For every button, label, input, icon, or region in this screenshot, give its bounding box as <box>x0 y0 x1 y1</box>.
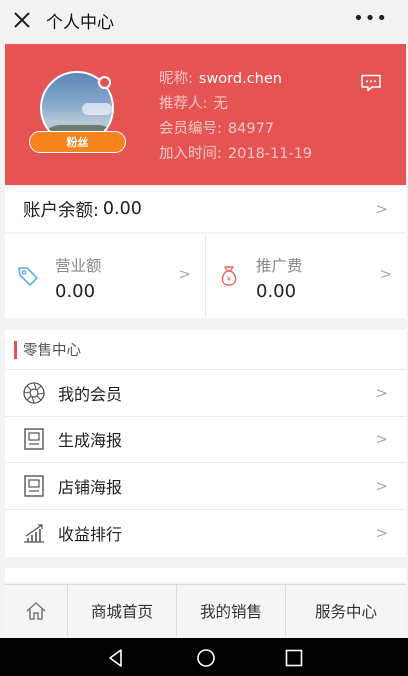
page-title: 个人中心 <box>46 12 114 33</box>
referrer-label: 推荐人: <box>159 96 208 112</box>
svg-text:¥: ¥ <box>227 275 232 283</box>
home-circle-icon[interactable] <box>196 648 216 668</box>
menu-item-label: 收益排行 <box>58 524 123 544</box>
promotion-fee-label: 推广费 <box>256 257 303 275</box>
member-no-value: 84977 <box>227 121 275 137</box>
chevron-right-icon: > <box>178 265 191 283</box>
join-date-label: 加入时间: <box>159 146 222 162</box>
poster-icon <box>21 473 47 499</box>
notification-dot <box>98 76 111 89</box>
referrer-value: 无 <box>213 96 228 112</box>
nav-service-center[interactable]: 服务中心 <box>285 585 406 636</box>
bottom-nav: 商城首页 我的销售 服务中心 <box>5 584 406 636</box>
money-bag-icon: ¥ <box>221 266 237 286</box>
section-accent-bar <box>14 340 17 359</box>
message-icon[interactable] <box>360 74 382 92</box>
nickname-row: 昵称: sword.chen <box>159 68 312 93</box>
chevron-right-icon: > <box>375 383 388 402</box>
close-icon <box>14 12 30 28</box>
member-level-badge: 粉丝 <box>29 131 126 153</box>
revenue-label: 营业额 <box>55 257 102 275</box>
recents-icon[interactable] <box>284 648 304 668</box>
revenue-value: 0.00 <box>55 281 96 302</box>
more-menu-button[interactable]: ••• <box>353 8 388 29</box>
stat-revenue[interactable]: 营业额 0.00 > <box>5 234 205 318</box>
menu-item-my-members[interactable]: 我的会员 > <box>5 370 406 417</box>
join-date-value: 2018-11-19 <box>227 146 313 162</box>
top-bar: 个人中心 ••• <box>0 0 408 40</box>
referrer-row: 推荐人: 无 <box>159 93 312 118</box>
profile-info: 昵称: sword.chen 推荐人: 无 会员编号: 84977 加入时间: … <box>159 68 312 168</box>
stats-panel: 营业额 0.00 > ¥ 推广费 0.00 > <box>5 234 406 318</box>
aperture-icon <box>21 380 47 406</box>
menu-item-shop-poster[interactable]: 店铺海报 > <box>5 463 406 510</box>
avatar-cloud <box>82 103 112 115</box>
tag-icon <box>18 267 38 286</box>
section-header: 零售中心 <box>5 330 406 370</box>
menu-item-generate-poster[interactable]: 生成海报 > <box>5 417 406 463</box>
balance-value: 0.00 <box>102 199 142 219</box>
close-button[interactable] <box>0 0 44 40</box>
promotion-fee-value: 0.00 <box>256 281 297 302</box>
chevron-right-icon: > <box>375 200 388 218</box>
poster-icon <box>21 426 47 452</box>
nav-my-sales[interactable]: 我的销售 <box>176 585 285 636</box>
join-date-row: 加入时间: 2018-11-19 <box>159 143 312 168</box>
menu-item-earnings-ranking[interactable]: 收益排行 > <box>5 510 406 557</box>
chevron-right-icon: > <box>375 476 388 495</box>
retail-center-section: 零售中心 我的会员 > 生成海报 > 店铺海报 > 收益排行 > <box>5 330 406 557</box>
menu-item-label: 店铺海报 <box>58 477 123 497</box>
menu-item-label: 我的会员 <box>58 384 123 404</box>
member-no-row: 会员编号: 84977 <box>159 118 312 143</box>
menu-item-label: 生成海报 <box>58 431 123 451</box>
home-icon <box>26 601 46 620</box>
system-nav-bar <box>0 638 408 676</box>
back-icon[interactable] <box>106 648 126 668</box>
chevron-right-icon: > <box>379 265 392 283</box>
stat-promotion-fee[interactable]: ¥ 推广费 0.00 > <box>205 234 406 318</box>
nav-home-button[interactable] <box>5 585 67 636</box>
ranking-chart-icon <box>21 520 47 546</box>
chevron-right-icon: > <box>375 430 388 449</box>
nickname-label: 昵称: <box>159 71 193 87</box>
section-spacer <box>5 568 406 582</box>
section-title: 零售中心 <box>23 343 81 359</box>
account-balance-row[interactable]: 账户余额: 0.00 > <box>5 186 406 232</box>
profile-header: 粉丝 昵称: sword.chen 推荐人: 无 会员编号: 84977 加入时… <box>5 44 406 185</box>
balance-label: 账户余额: <box>23 200 99 221</box>
nav-mall-home[interactable]: 商城首页 <box>67 585 176 636</box>
chevron-right-icon: > <box>375 523 388 542</box>
nickname-value: sword.chen <box>198 71 282 87</box>
member-no-label: 会员编号: <box>159 121 222 137</box>
